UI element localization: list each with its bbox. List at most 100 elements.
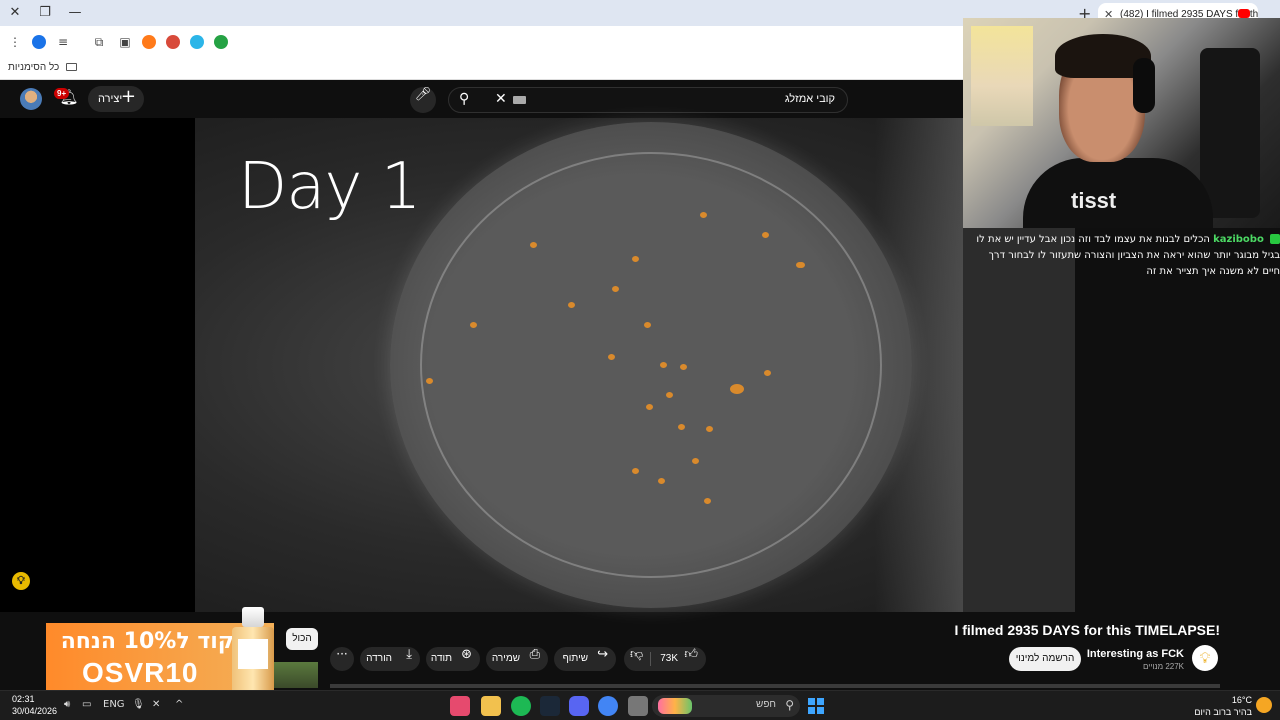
- extension-translate-icon[interactable]: [190, 35, 204, 49]
- seed: [568, 302, 575, 308]
- steam-icon[interactable]: [540, 696, 560, 716]
- network-icon[interactable]: ▭: [82, 699, 91, 710]
- taskbar-app-audio-icon[interactable]: [481, 696, 501, 716]
- minimize-window-icon[interactable]: —: [66, 4, 84, 22]
- ad-headline: קוד ל10% הנחה: [60, 629, 234, 654]
- search-icon[interactable]: ⚲: [459, 91, 469, 107]
- file-explorer-icon[interactable]: [628, 696, 648, 716]
- channel-avatar-lightbulb-icon[interactable]: 💡︎: [1192, 645, 1218, 671]
- subscriber-count: 227K מנויים: [1142, 662, 1184, 671]
- menu-dots-icon[interactable]: ⋮: [6, 33, 24, 51]
- extension-green-icon[interactable]: [214, 35, 228, 49]
- chrome-icon[interactable]: [598, 696, 618, 716]
- taskbar-search-icon: ⚲: [785, 698, 794, 712]
- channel-name[interactable]: Interesting as FCK: [1087, 648, 1184, 660]
- seed: [632, 468, 639, 474]
- like-divider: [650, 652, 651, 666]
- reading-list-icon[interactable]: ≡: [54, 33, 72, 51]
- voice-search-mic-icon[interactable]: 🎤︎: [410, 87, 436, 113]
- like-icon[interactable]: 👍︎: [684, 647, 698, 662]
- weather-widget[interactable]: 16°C בהיר ברוב היום: [1194, 694, 1252, 718]
- more-actions-icon[interactable]: ···: [330, 647, 354, 671]
- seed: [764, 370, 771, 376]
- seed: [680, 364, 687, 370]
- download-button[interactable]: ⤓ הורדה: [360, 647, 420, 671]
- create-label: יצירה: [98, 93, 123, 105]
- lightbulb-icon[interactable]: 💡︎: [12, 572, 30, 590]
- extension-orange-icon[interactable]: [142, 35, 156, 49]
- profile-icon[interactable]: [32, 35, 46, 49]
- related-video-thumbnail[interactable]: [272, 662, 318, 688]
- close-window-icon[interactable]: ✕: [6, 4, 24, 22]
- discord-icon[interactable]: [569, 696, 589, 716]
- thanks-label: תודה: [430, 653, 452, 664]
- perfume-bottle: [232, 607, 274, 697]
- scroll-track: [330, 684, 1220, 688]
- microphone-icon[interactable]: 🎙︎: [132, 699, 145, 710]
- share-icon: ↪: [597, 647, 608, 662]
- clear-search-icon[interactable]: ✕: [495, 91, 507, 107]
- seed: [692, 458, 699, 464]
- chip-all[interactable]: הכול: [286, 628, 318, 650]
- taskbar-app-streaming-icon[interactable]: [450, 696, 470, 716]
- save-button[interactable]: ⎙ שמירה: [486, 647, 548, 671]
- all-bookmarks-label: כל הסימניות: [8, 62, 60, 73]
- extensions-icon[interactable]: ⧉: [90, 33, 108, 51]
- shirt-text: tisst: [1071, 188, 1117, 213]
- share-label: שיתוף: [562, 653, 588, 664]
- seed: [658, 478, 665, 484]
- download-icon: ⤓: [406, 647, 412, 662]
- extension-red-icon[interactable]: [166, 35, 180, 49]
- account-avatar[interactable]: [20, 88, 42, 110]
- seed: [796, 262, 803, 268]
- subscribe-button[interactable]: הרשמה למינוי: [1009, 647, 1081, 671]
- youtube-favicon-icon: [1238, 9, 1250, 18]
- folder-icon: [66, 63, 78, 72]
- language-indicator[interactable]: ENG: [103, 699, 125, 710]
- thanks-button[interactable]: ⊛ תודה: [426, 647, 480, 671]
- search-highlight-image: [658, 698, 692, 714]
- seed: [704, 498, 711, 504]
- headset-icon: [1133, 58, 1155, 113]
- notifications-badge: 9+: [54, 88, 70, 99]
- windows-start-icon[interactable]: [808, 698, 824, 714]
- wall-painting: [971, 26, 1033, 126]
- windows-taskbar: 02:31 30/04/2026 🔊︎ ▭ ENG 🎙︎ ✕ ^ חפש ⚲ 1…: [0, 690, 1280, 720]
- thanks-icon: ⊛: [461, 647, 472, 662]
- seed: [762, 232, 769, 238]
- all-bookmarks[interactable]: כל הסימניות: [8, 62, 78, 73]
- ad-coupon-code: OSVR10: [82, 657, 199, 688]
- restore-window-icon[interactable]: ❐: [36, 4, 54, 22]
- address-bar[interactable]: [234, 30, 974, 54]
- clock-time: 02:31: [12, 694, 35, 704]
- create-button[interactable]: יצירה +: [88, 86, 144, 112]
- volume-icon[interactable]: 🔊︎: [64, 699, 70, 710]
- seed: [608, 354, 615, 360]
- keyboard-icon[interactable]: [513, 96, 526, 104]
- seed: [646, 404, 653, 410]
- search-input[interactable]: ⚲ ✕ קובי אמזלג: [448, 87, 848, 113]
- seed: [426, 378, 433, 384]
- download-label: הורדה: [366, 653, 392, 664]
- streamer-shirt: [1023, 158, 1213, 228]
- like-dislike-group: 👍︎ 73K 👎︎: [624, 647, 706, 671]
- chat-panel: [963, 228, 1075, 612]
- bluetooth-off-icon[interactable]: ✕: [152, 699, 160, 710]
- clock[interactable]: 02:31 30/04/2026: [12, 693, 57, 717]
- seed: [730, 384, 744, 394]
- chat-badge-icon: [1270, 234, 1280, 244]
- petri-dish-rim: [420, 152, 882, 578]
- like-count[interactable]: 73K: [660, 647, 678, 671]
- bookmark-icon: ⎙: [529, 647, 540, 662]
- clock-date: 30/04/2026: [12, 706, 58, 716]
- taskbar-search[interactable]: חפש ⚲: [652, 695, 800, 717]
- video-overlay-text: Day 1: [238, 150, 421, 224]
- seed: [470, 322, 477, 328]
- tab-search-icon[interactable]: ▣: [116, 33, 134, 51]
- dislike-icon[interactable]: 👎︎: [630, 647, 643, 662]
- spotify-icon[interactable]: [511, 696, 531, 716]
- seed: [706, 426, 713, 432]
- tray-overflow-chevron-icon[interactable]: ^: [175, 699, 183, 710]
- share-button[interactable]: ↪ שיתוף: [554, 647, 616, 671]
- taskbar-search-label: חפש: [756, 699, 776, 710]
